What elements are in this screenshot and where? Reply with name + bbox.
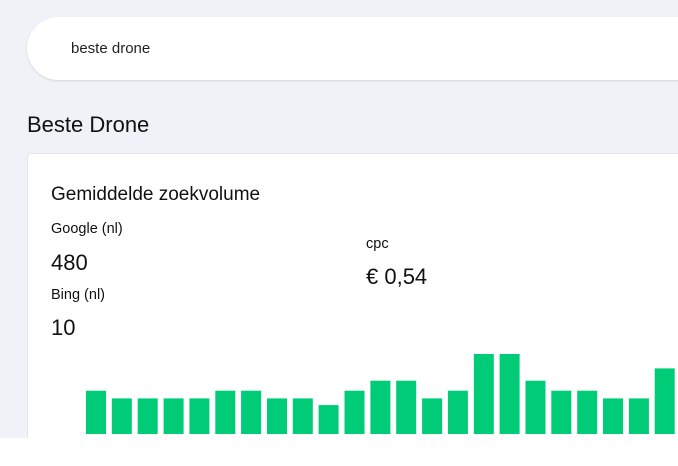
chart-bar — [473, 354, 494, 434]
chart-bar — [163, 398, 184, 434]
chart-bar — [525, 380, 546, 434]
chart-bar — [111, 398, 132, 434]
chart-bar — [215, 390, 236, 434]
chart-bar — [267, 398, 287, 434]
search-volume-chart — [86, 354, 675, 434]
chart-bar — [292, 398, 313, 434]
chart-bar — [447, 390, 468, 434]
chart-bar — [318, 405, 339, 434]
chart-bar — [654, 368, 675, 434]
page-background: Beste Drone Gemiddelde zoekvolume Google… — [0, 0, 678, 438]
chart-bar — [241, 390, 262, 434]
chart-bar — [422, 398, 443, 434]
chart-bar — [499, 354, 520, 434]
chart-bar — [396, 380, 417, 434]
chart-bar — [137, 398, 158, 434]
search-volume-card: Gemiddelde zoekvolume Google (nl) 480 Bi… — [27, 153, 678, 438]
search-bar[interactable] — [27, 17, 678, 80]
chart-bar — [551, 390, 572, 434]
chart-bar — [603, 398, 623, 434]
chart-bar — [189, 398, 210, 434]
chart-bar — [344, 390, 365, 434]
chart-bar — [628, 398, 649, 434]
chart-bar — [577, 390, 598, 434]
search-input[interactable] — [71, 17, 571, 80]
chart-bar — [370, 380, 391, 434]
page-title: Beste Drone — [27, 112, 150, 137]
chart-bar — [86, 390, 106, 434]
